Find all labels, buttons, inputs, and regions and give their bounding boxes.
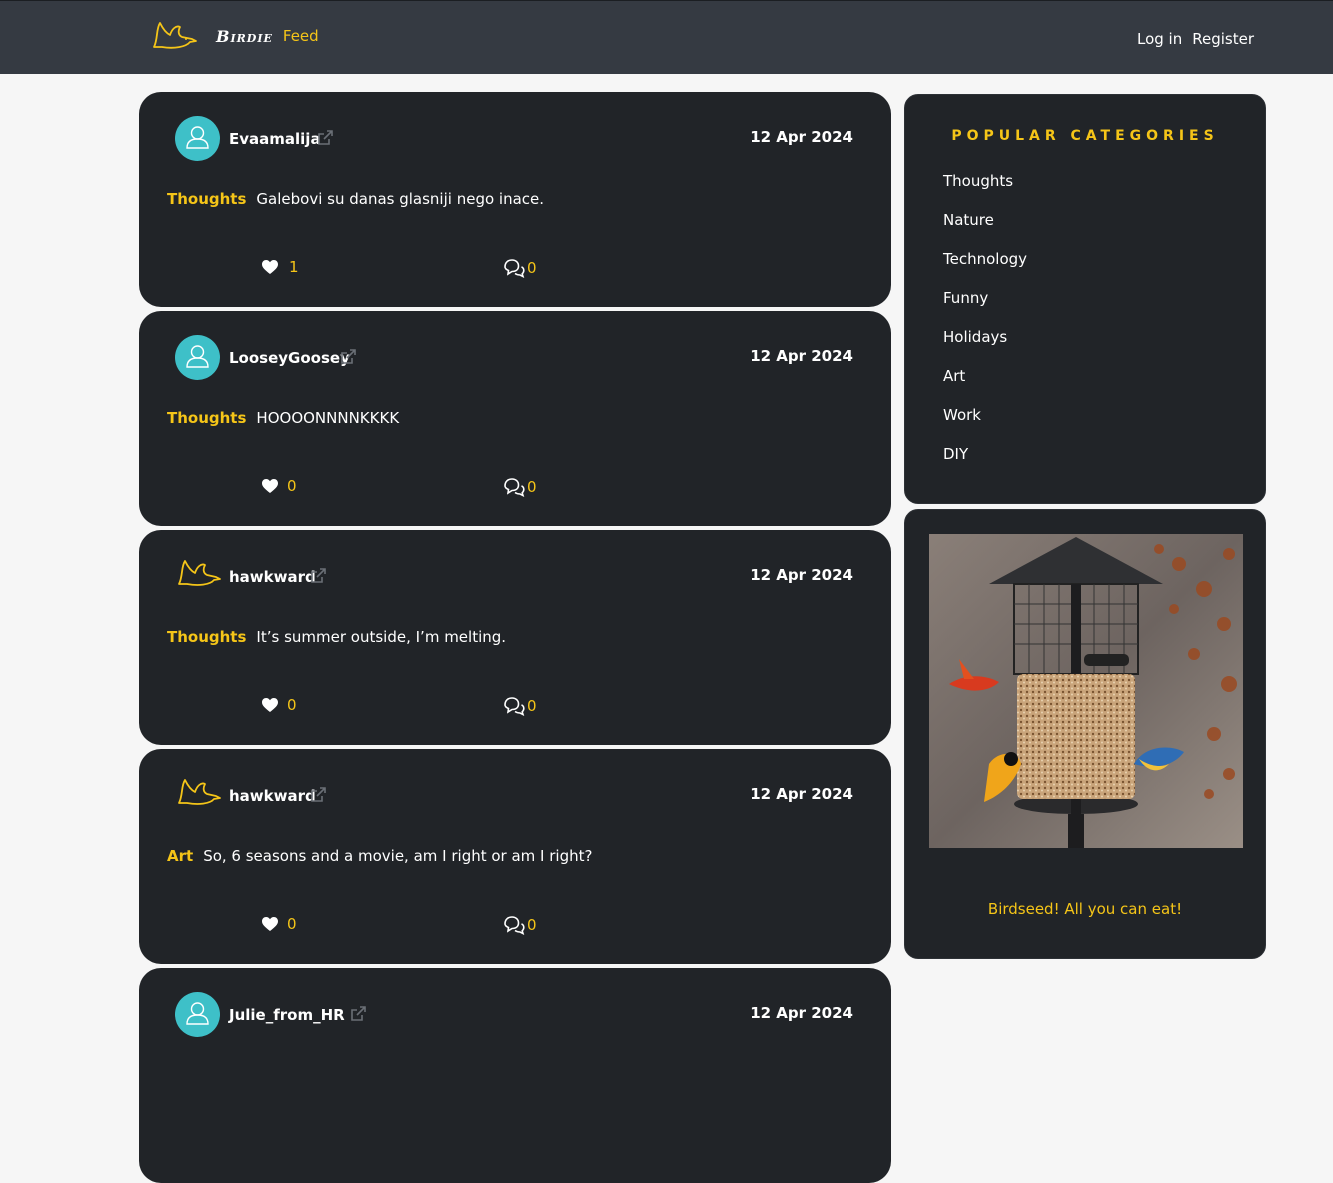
like-count: 0 — [287, 477, 297, 495]
comment-icon — [503, 477, 525, 497]
like-count: 0 — [287, 696, 297, 714]
bird-avatar-icon[interactable] — [175, 777, 221, 809]
comment-count: 0 — [527, 916, 537, 934]
like-button[interactable]: 0 — [261, 477, 297, 495]
comment-button[interactable]: 0 — [503, 477, 537, 497]
comment-button[interactable]: 0 — [503, 258, 537, 278]
feed-link[interactable]: Feed — [283, 27, 319, 45]
comment-icon — [503, 258, 525, 278]
category-link-holidays[interactable]: Holidays — [943, 328, 1007, 346]
post-card: LooseyGoosey 12 Apr 2024 Thoughts HOOOONN… — [139, 311, 891, 526]
category-link-nature[interactable]: Nature — [943, 211, 994, 229]
post-text: Galebovi su danas glasniji nego inace. — [256, 190, 545, 208]
categories-title: POPULAR CATEGORIES — [951, 128, 1219, 144]
comment-count: 0 — [527, 478, 537, 496]
post-category[interactable]: Thoughts — [167, 190, 246, 208]
heart-icon — [261, 478, 279, 494]
comment-count: 0 — [527, 697, 537, 715]
user-avatar-icon[interactable] — [175, 335, 220, 380]
post-card: hawkward 12 Apr 2024 Art So, 6 seasons an… — [139, 749, 891, 964]
external-link-icon[interactable] — [309, 786, 327, 804]
category-link-technology[interactable]: Technology — [943, 250, 1027, 268]
post-date: 12 Apr 2024 — [750, 128, 853, 146]
post-body: Art So, 6 seasons and a movie, am I right… — [167, 847, 592, 865]
post-category[interactable]: Art — [167, 847, 193, 865]
post-date: 12 Apr 2024 — [750, 785, 853, 803]
heart-icon — [261, 259, 279, 275]
post-date: 12 Apr 2024 — [750, 1004, 853, 1022]
comment-icon — [503, 696, 525, 716]
post-body: Thoughts It’s summer outside, I’m melting… — [167, 628, 506, 646]
ad-caption[interactable]: Birdseed! All you can eat! — [905, 900, 1265, 918]
like-button[interactable]: 1 — [261, 258, 299, 276]
category-link-art[interactable]: Art — [943, 367, 965, 385]
post-body: Thoughts Galebovi su danas glasniji nego … — [167, 190, 544, 208]
bird-logo-icon — [153, 22, 197, 49]
external-link-icon[interactable] — [316, 129, 334, 147]
external-link-icon[interactable] — [309, 567, 327, 585]
post-text: It’s summer outside, I’m melting. — [256, 628, 507, 646]
external-link-icon[interactable] — [339, 348, 357, 366]
comment-button[interactable]: 0 — [503, 696, 537, 716]
post-text: HOOOONNNNKKKK — [256, 409, 400, 427]
category-link-funny[interactable]: Funny — [943, 289, 988, 307]
user-avatar-icon[interactable] — [175, 116, 220, 161]
heart-icon — [261, 916, 279, 932]
post-category[interactable]: Thoughts — [167, 628, 246, 646]
auth-links: Log in Register — [1137, 30, 1254, 48]
popular-categories-panel: POPULAR CATEGORIES Thoughts Nature Techn… — [904, 94, 1266, 504]
category-link-work[interactable]: Work — [943, 406, 981, 424]
post-username[interactable]: hawkward — [229, 568, 316, 586]
post-date: 12 Apr 2024 — [750, 347, 853, 365]
brand-name[interactable]: Birdie — [216, 27, 273, 46]
register-link[interactable]: Register — [1192, 30, 1254, 48]
like-button[interactable]: 0 — [261, 696, 297, 714]
login-link[interactable]: Log in — [1137, 30, 1182, 48]
post-username[interactable]: hawkward — [229, 787, 316, 805]
post-text: So, 6 seasons and a movie, am I right or… — [203, 847, 593, 865]
top-navbar: Birdie Feed Log in Register — [0, 0, 1333, 74]
bird-avatar-icon[interactable] — [175, 558, 221, 590]
like-button[interactable]: 0 — [261, 915, 297, 933]
post-category[interactable]: Thoughts — [167, 409, 246, 427]
post-card: hawkward 12 Apr 2024 Thoughts It’s summer… — [139, 530, 891, 745]
post-username[interactable]: Evaamalija — [229, 130, 321, 148]
post-card: Julie_from_HR 12 Apr 2024 — [139, 968, 891, 1183]
user-avatar-icon[interactable] — [175, 992, 220, 1037]
comment-count: 0 — [527, 259, 537, 277]
like-count: 1 — [289, 258, 299, 276]
post-card: Evaamalija 12 Apr 2024 Thoughts Galebovi … — [139, 92, 891, 307]
comment-button[interactable]: 0 — [503, 915, 537, 935]
external-link-icon[interactable] — [349, 1005, 367, 1023]
like-count: 0 — [287, 915, 297, 933]
brand[interactable]: Birdie Feed — [150, 19, 319, 53]
category-link-diy[interactable]: DIY — [943, 445, 968, 463]
post-username[interactable]: Julie_from_HR — [229, 1006, 345, 1024]
post-body: Thoughts HOOOONNNNKKKK — [167, 409, 399, 427]
post-date: 12 Apr 2024 — [750, 566, 853, 584]
comment-icon — [503, 915, 525, 935]
bird-feeder-ad-image[interactable] — [929, 534, 1243, 848]
ad-panel: Birdseed! All you can eat! — [904, 509, 1266, 959]
heart-icon — [261, 697, 279, 713]
category-link-thoughts[interactable]: Thoughts — [943, 172, 1013, 190]
post-username[interactable]: LooseyGoosey — [229, 349, 350, 367]
